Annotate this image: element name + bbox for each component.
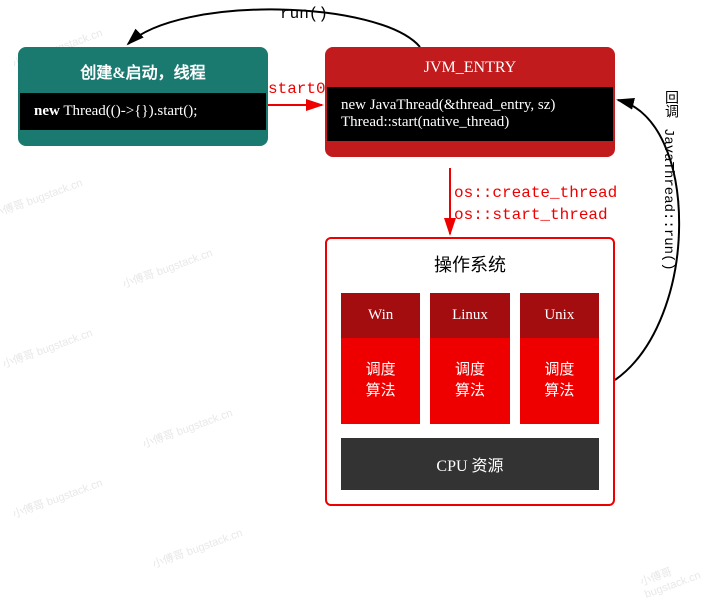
os-col-win-body: 调度算法: [341, 338, 420, 424]
start0-label: start0: [268, 80, 326, 98]
watermark: 小傅哥 bugstack.cn: [0, 324, 95, 371]
jvm-entry-code: new JavaThread(&thread_entry, sz) Thread…: [327, 87, 613, 141]
os-col-linux-hdr: Linux: [430, 293, 509, 338]
os-box: 操作系统 Win 调度算法 Linux 调度算法 Unix 调度算法 CPU 资…: [325, 237, 615, 506]
callback-label-2: JavaThread::run(): [660, 128, 676, 271]
code-line2: Thread::start(native_thread): [341, 114, 599, 131]
watermark: 小傅哥 bugstack.cn: [140, 404, 235, 451]
code-rest: Thread(()->{}).start();: [60, 103, 198, 119]
code-line1: new JavaThread(&thread_entry, sz): [341, 97, 599, 114]
os-col-unix: Unix 调度算法: [520, 293, 599, 424]
os-columns: Win 调度算法 Linux 调度算法 Unix 调度算法: [327, 293, 613, 424]
os-col-unix-body: 调度算法: [520, 338, 599, 424]
code-keyword: new: [34, 103, 60, 119]
os-col-linux: Linux 调度算法: [430, 293, 509, 424]
watermark: 小傅哥 bugstack.cn: [638, 547, 720, 601]
cpu-resource: CPU 资源: [341, 438, 599, 490]
jvm-entry-title: JVM_ENTRY: [327, 49, 613, 87]
create-thread-title: 创建&启动，线程: [20, 49, 266, 93]
os-start-label: os::start_thread: [454, 206, 608, 224]
watermark: 小傅哥 bugstack.cn: [120, 244, 215, 291]
create-thread-code: new Thread(()->{}).start();: [20, 93, 266, 130]
run-label: run(): [280, 5, 328, 23]
watermark: 小傅哥 bugstack.cn: [150, 524, 245, 571]
jvm-entry-box: JVM_ENTRY new JavaThread(&thread_entry, …: [325, 47, 615, 157]
os-col-unix-hdr: Unix: [520, 293, 599, 338]
os-col-linux-body: 调度算法: [430, 338, 509, 424]
os-create-label: os::create_thread: [454, 184, 617, 202]
os-title: 操作系统: [327, 239, 613, 293]
callback-label-1: 回调: [660, 90, 680, 118]
watermark: 小傅哥 bugstack.cn: [0, 174, 85, 221]
create-thread-box: 创建&启动，线程 new Thread(()->{}).start();: [18, 47, 268, 146]
arrow-run: [128, 9, 420, 47]
os-col-win: Win 调度算法: [341, 293, 420, 424]
os-col-win-hdr: Win: [341, 293, 420, 338]
watermark: 小傅哥 bugstack.cn: [10, 474, 105, 521]
